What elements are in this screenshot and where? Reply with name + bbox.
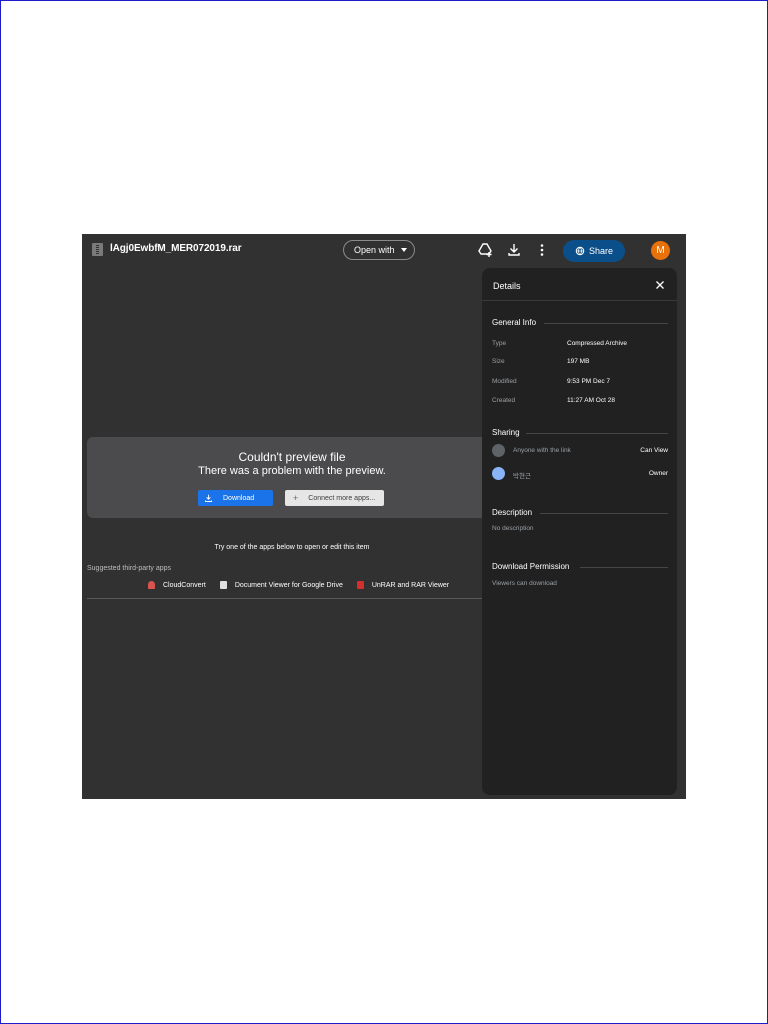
error-title: Couldn't preview file xyxy=(238,450,346,464)
download-button[interactable]: Download xyxy=(198,490,273,506)
close-icon xyxy=(656,281,664,289)
info-value-modified: 9:53 PM Dec 7 xyxy=(567,378,610,385)
info-label-created: Created xyxy=(492,397,516,404)
section-divider xyxy=(526,433,668,434)
add-to-drive-button[interactable] xyxy=(477,242,493,258)
app-unrar[interactable]: UnRAR and RAR Viewer xyxy=(356,581,450,589)
more-vertical-icon xyxy=(540,244,544,256)
link-icon xyxy=(492,444,505,457)
download-label: Download xyxy=(223,494,255,502)
add-to-drive-icon xyxy=(478,243,492,257)
account-avatar[interactable]: M xyxy=(651,241,670,260)
description-text: No description xyxy=(492,525,534,532)
info-label-type: Type xyxy=(492,340,507,347)
share-button[interactable]: Share xyxy=(563,240,625,262)
top-bar: lAgj0EwbfM_MER072019.rar Open with Share… xyxy=(82,234,686,268)
info-value-type: Compressed Archive xyxy=(567,340,627,347)
general-info-heading: General Info xyxy=(492,318,537,327)
open-with-label: Open with xyxy=(354,245,395,255)
share-role-link: Can View xyxy=(640,447,668,454)
file-name: lAgj0EwbfM_MER072019.rar xyxy=(110,243,242,254)
section-divider xyxy=(540,513,668,514)
plus-icon: + xyxy=(293,493,299,503)
preview-error-card: Couldn't preview file There was a proble… xyxy=(87,437,497,518)
error-subtitle: There was a problem with the preview. xyxy=(198,465,386,477)
try-apps-text: Try one of the apps below to open or edi… xyxy=(214,544,370,551)
unrar-icon xyxy=(356,581,364,589)
description-heading: Description xyxy=(492,508,533,517)
app-name: UnRAR and RAR Viewer xyxy=(371,581,450,589)
caret-down-icon xyxy=(400,248,407,252)
drive-preview-window: lAgj0EwbfM_MER072019.rar Open with Share… xyxy=(82,234,686,799)
info-value-created: 11:27 AM Oct 28 xyxy=(567,397,615,404)
download-icon xyxy=(508,244,520,256)
person-avatar-icon xyxy=(492,467,505,480)
details-header-divider xyxy=(482,300,677,301)
close-details-button[interactable] xyxy=(654,278,666,290)
section-divider xyxy=(580,567,668,568)
section-divider xyxy=(544,323,668,324)
download-top-button[interactable] xyxy=(506,242,522,258)
open-with-button[interactable]: Open with xyxy=(343,240,415,260)
cloudconvert-icon xyxy=(148,581,155,589)
download-permission-text: Viewers can download xyxy=(492,580,557,587)
share-label: Share xyxy=(588,246,614,256)
info-label-modified: Modified xyxy=(492,378,517,385)
app-cloudconvert[interactable]: CloudConvert xyxy=(148,581,206,589)
suggested-apps-label: Suggested third-party apps xyxy=(87,565,172,572)
more-options-button[interactable] xyxy=(534,242,550,258)
share-role-owner: Owner xyxy=(648,470,668,477)
details-title: Details xyxy=(493,281,521,291)
document-viewer-icon xyxy=(219,581,227,589)
details-panel: Details General Info Type Compressed Arc… xyxy=(482,268,677,795)
app-document-viewer[interactable]: Document Viewer for Google Drive xyxy=(219,581,343,589)
globe-icon xyxy=(575,246,585,256)
apps-divider xyxy=(87,598,497,599)
info-label-size: Size xyxy=(492,358,505,365)
share-who-owner: 박현근 xyxy=(513,473,531,480)
connect-more-apps-button[interactable]: + Connect more apps... xyxy=(285,490,384,506)
download-icon xyxy=(205,494,212,502)
info-value-size: 197 MB xyxy=(567,358,590,365)
share-who-link: Anyone with the link xyxy=(513,447,571,454)
sharing-heading: Sharing xyxy=(492,428,520,437)
app-name: Document Viewer for Google Drive xyxy=(234,581,343,589)
app-name: CloudConvert xyxy=(163,581,206,589)
connect-label: Connect more apps... xyxy=(308,494,376,502)
archive-file-icon xyxy=(92,243,103,256)
suggested-apps-row: CloudConvert Document Viewer for Google … xyxy=(148,579,463,591)
download-permission-heading: Download Permission xyxy=(492,562,570,571)
